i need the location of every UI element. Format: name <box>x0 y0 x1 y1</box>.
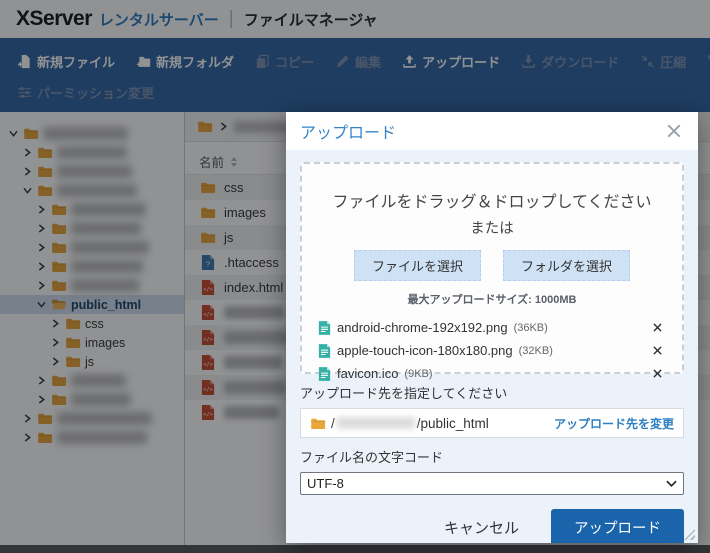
upload-file-row: favicon.ico (9KB) <box>314 362 670 385</box>
encoding-select-wrap: UTF-8 <box>300 472 684 495</box>
redacted-path-segment <box>336 417 415 429</box>
upload-file-row: android-chrome-192x192.png (36KB) <box>314 316 670 339</box>
folder-icon <box>310 417 326 430</box>
remove-file-button[interactable] <box>649 321 666 334</box>
upload-modal: アップロード ファイルをドラッグ＆ドロップしてください または ファイルを選択 … <box>286 112 698 543</box>
path-prefix: / <box>331 415 335 431</box>
remove-icon <box>653 346 662 355</box>
close-icon <box>666 123 682 139</box>
upload-file-name: android-chrome-192x192.png <box>337 320 508 335</box>
encoding-label: ファイル名の文字コード <box>300 450 444 465</box>
cancel-button[interactable]: キャンセル <box>444 517 519 538</box>
close-button[interactable] <box>664 121 684 141</box>
remove-icon <box>653 369 662 378</box>
modal-title: アップロード <box>300 125 397 142</box>
file-manager-screen: XServer レンタルサーバー | ファイルマネージャ 新規ファイル 新規フォル… <box>0 0 710 553</box>
document-file-icon <box>318 366 331 382</box>
remove-file-button[interactable] <box>649 367 666 380</box>
dropzone-buttons: ファイルを選択 フォルダを選択 <box>314 250 670 281</box>
upload-file-row: apple-touch-icon-180x180.png (32KB) <box>314 339 670 362</box>
modal-header: アップロード <box>286 112 698 150</box>
destination-label: アップロード先を指定してください <box>300 386 508 401</box>
encoding-select[interactable]: UTF-8 <box>300 472 684 495</box>
document-file-icon <box>318 343 331 359</box>
upload-file-list: android-chrome-192x192.png (36KB) apple-to… <box>314 316 670 385</box>
change-destination-link[interactable]: アップロード先を変更 <box>554 415 674 432</box>
upload-file-name: favicon.ico <box>337 366 399 381</box>
upload-submit-button[interactable]: アップロード <box>551 509 684 543</box>
dropzone-instruction: ファイルをドラッグ＆ドロップしてください <box>332 194 652 211</box>
modal-actions: キャンセル アップロード <box>300 509 684 543</box>
upload-file-name: apple-touch-icon-180x180.png <box>337 343 513 358</box>
max-upload-size-note: 最大アップロードサイズ: 1000MB <box>407 294 577 306</box>
drag-drop-zone[interactable]: ファイルをドラッグ＆ドロップしてください または ファイルを選択 フォルダを選択… <box>300 162 684 381</box>
document-file-icon <box>318 320 331 336</box>
dropzone-or-label: または <box>470 221 514 237</box>
upload-file-size: (32KB) <box>518 344 553 357</box>
upload-file-size: (36KB) <box>513 321 548 334</box>
modal-body: ファイルをドラッグ＆ドロップしてください または ファイルを選択 フォルダを選択… <box>286 150 698 543</box>
upload-file-size: (9KB) <box>404 367 433 380</box>
select-file-button[interactable]: ファイルを選択 <box>353 250 481 281</box>
destination-path: / /public_html アップロード先を変更 <box>300 408 684 438</box>
remove-file-button[interactable] <box>649 344 666 357</box>
select-folder-button[interactable]: フォルダを選択 <box>503 250 631 281</box>
remove-icon <box>653 323 662 332</box>
path-suffix: /public_html <box>416 415 489 431</box>
